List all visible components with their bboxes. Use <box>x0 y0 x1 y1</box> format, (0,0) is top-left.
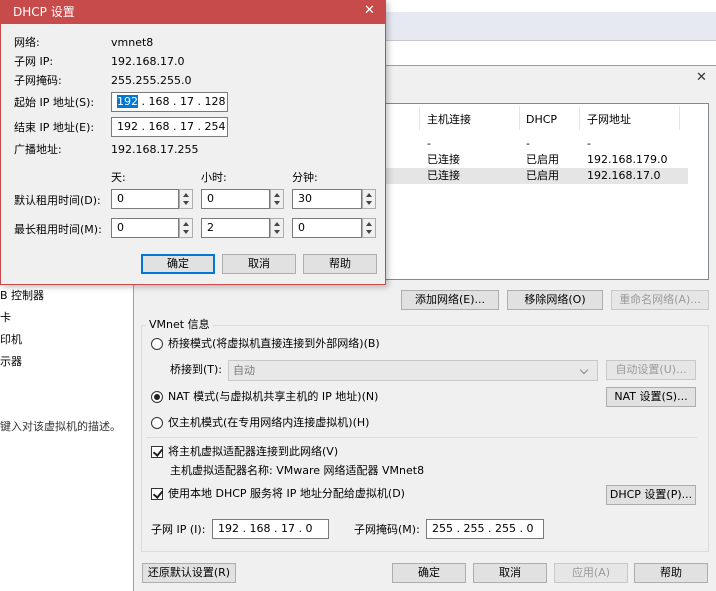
subnet-mask-value: 255.255.255.0 <box>111 74 192 87</box>
default-lease-days-spinner[interactable] <box>179 189 193 209</box>
max-lease-days-spinner[interactable] <box>179 218 193 238</box>
restore-defaults-button[interactable]: 还原默认设置(R) <box>142 563 236 583</box>
default-lease-minutes-input[interactable]: 30 <box>292 189 362 209</box>
network-label: 网络: <box>14 36 40 49</box>
bridge-mode-radio[interactable] <box>151 338 163 350</box>
cell-subnet: - <box>587 137 591 150</box>
left-list-item[interactable]: 印机 <box>0 333 22 347</box>
column-header-subnet[interactable]: 子网地址 <box>587 113 631 127</box>
auto-settings-button[interactable]: 自动设置(U)... <box>606 360 696 380</box>
cell-subnet: 192.168.179.0 <box>587 153 668 166</box>
dialog-title: DHCP 设置 <box>13 5 75 19</box>
use-dhcp-checkbox[interactable] <box>151 488 163 500</box>
adapter-name-text: 主机虚拟适配器名称: VMware 网络适配器 VMnet8 <box>170 464 425 477</box>
broadcast-label: 广播地址: <box>14 143 62 156</box>
start-ip-label: 起始 IP 地址(S): <box>14 96 95 109</box>
max-lease-label: 最长租用时间(M): <box>14 223 102 236</box>
dhcp-settings-button[interactable]: DHCP 设置(P)... <box>606 485 696 505</box>
cell-dhcp: 已启用 <box>526 153 559 166</box>
host-only-radio[interactable] <box>151 417 163 429</box>
left-list-item[interactable]: B 控制器 <box>0 289 44 303</box>
subnet-ip-value: 192.168.17.0 <box>111 55 185 68</box>
left-list-item[interactable]: 示器 <box>0 355 22 369</box>
max-lease-hours-input[interactable]: 2 <box>201 218 270 238</box>
bridge-to-label: 桥接到(T): <box>170 363 223 376</box>
column-separator[interactable] <box>579 106 580 130</box>
dhcp-ok-button[interactable]: 确定 <box>141 254 215 274</box>
cell-host-connection: - <box>427 137 431 150</box>
cell-host-connection: 已连接 <box>427 153 460 166</box>
max-lease-minutes-spinner[interactable] <box>362 218 376 238</box>
column-separator[interactable] <box>679 106 680 130</box>
bridge-mode-label[interactable]: 桥接模式(将虚拟机直接连接到外部网络)(B) <box>168 337 380 351</box>
connect-adapter-label[interactable]: 将主机虚拟适配器连接到此网络(V) <box>168 445 338 459</box>
remove-network-button[interactable]: 移除网络(O) <box>507 290 603 310</box>
subnet-ip-label: 子网 IP (I): <box>151 523 206 536</box>
max-lease-minutes-input[interactable]: 0 <box>292 218 362 238</box>
subnet-ip-input[interactable]: 192 . 168 . 17 . 0 <box>212 519 329 539</box>
dhcp-help-button[interactable]: 帮助 <box>303 254 377 274</box>
bridge-to-value: 自动 <box>233 364 255 377</box>
default-lease-hours-input[interactable]: 0 <box>201 189 270 209</box>
cancel-button[interactable]: 取消 <box>473 563 547 583</box>
default-lease-label: 默认租用时间(D): <box>14 194 101 207</box>
column-separator[interactable] <box>519 106 520 130</box>
close-icon[interactable]: ✕ <box>696 71 707 85</box>
days-label: 天: <box>111 171 126 184</box>
apply-button[interactable]: 应用(A) <box>554 563 628 583</box>
connect-adapter-checkbox[interactable] <box>151 446 163 458</box>
broadcast-value: 192.168.17.255 <box>111 143 199 156</box>
start-ip-text: . 168 . 17 . 128 <box>138 95 226 108</box>
column-header-dhcp[interactable]: DHCP <box>526 113 557 127</box>
end-ip-input[interactable]: 192 . 168 . 17 . 254 <box>111 117 228 137</box>
vmnet-info-title: VMnet 信息 <box>146 318 213 332</box>
default-lease-minutes-spinner[interactable] <box>362 189 376 209</box>
start-ip-selected-text: 192 <box>117 95 138 108</box>
dhcp-dialog: DHCP 设置 ✕ 网络: vmnet8 子网 IP: 192.168.17.0… <box>0 0 386 285</box>
subnet-mask-label: 子网掩码(M): <box>354 523 420 536</box>
start-ip-input[interactable]: 192 . 168 . 17 . 128 <box>111 92 228 112</box>
close-icon[interactable]: ✕ <box>364 4 375 18</box>
chevron-down-icon <box>579 365 589 375</box>
subnet-mask-label: 子网掩码: <box>14 74 62 87</box>
max-lease-days-input[interactable]: 0 <box>111 218 179 238</box>
end-ip-label: 结束 IP 地址(E): <box>14 121 95 134</box>
subnet-mask-input[interactable]: 255 . 255 . 255 . 0 <box>426 519 544 539</box>
left-list-item[interactable]: 卡 <box>0 311 11 325</box>
subnet-ip-label: 子网 IP: <box>14 55 54 68</box>
hours-label: 小时: <box>201 171 227 184</box>
column-header-host-connection[interactable]: 主机连接 <box>427 113 471 127</box>
nat-settings-button[interactable]: NAT 设置(S)... <box>606 387 696 407</box>
nat-mode-label[interactable]: NAT 模式(与虚拟机共享主机的 IP 地址)(N) <box>168 390 378 404</box>
group-divider <box>147 437 697 438</box>
rename-network-button[interactable]: 重命名网络(A)... <box>611 290 709 310</box>
default-lease-days-input[interactable]: 0 <box>111 189 179 209</box>
cell-dhcp: - <box>526 137 530 150</box>
column-separator[interactable] <box>419 106 420 130</box>
minutes-label: 分钟: <box>292 171 318 184</box>
cell-dhcp: 已启用 <box>526 169 559 182</box>
default-lease-hours-spinner[interactable] <box>270 189 284 209</box>
help-button[interactable]: 帮助 <box>634 563 708 583</box>
cell-subnet: 192.168.17.0 <box>587 169 661 182</box>
description-text: 键入对该虚拟机的描述。 <box>0 420 121 433</box>
max-lease-hours-spinner[interactable] <box>270 218 284 238</box>
cell-host-connection: 已连接 <box>427 169 460 182</box>
ok-button[interactable]: 确定 <box>392 563 466 583</box>
add-network-button[interactable]: 添加网络(E)... <box>401 290 499 310</box>
bridge-to-dropdown[interactable]: 自动 <box>228 360 598 381</box>
nat-mode-radio[interactable] <box>151 391 163 403</box>
dialog-title-bar[interactable]: DHCP 设置 ✕ <box>1 1 385 24</box>
use-dhcp-label[interactable]: 使用本地 DHCP 服务将 IP 地址分配给虚拟机(D) <box>168 487 405 501</box>
dhcp-cancel-button[interactable]: 取消 <box>222 254 296 274</box>
network-value: vmnet8 <box>111 36 154 49</box>
host-only-label[interactable]: 仅主机模式(在专用网络内连接虚拟机)(H) <box>168 416 369 430</box>
